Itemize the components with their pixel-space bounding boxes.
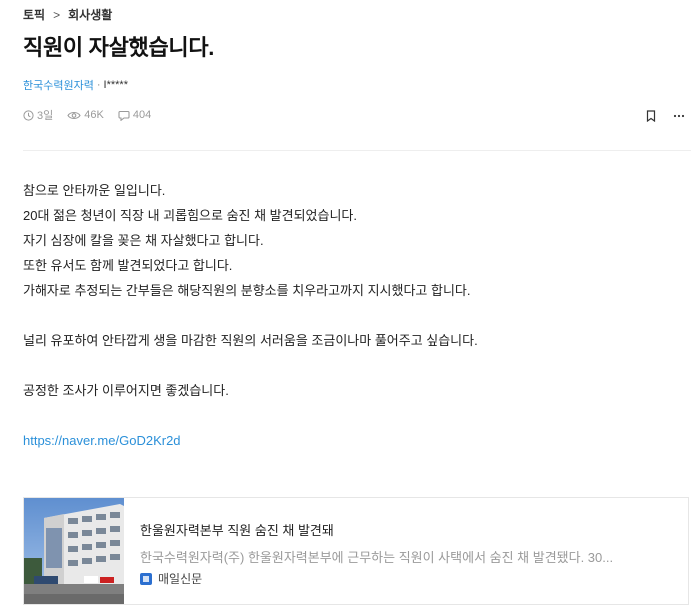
link-preview-info: 한울원자력본부 직원 숨진 채 발견돼 한국수력원자력(주) 한울원자력본부에 … xyxy=(124,498,680,604)
comments-value: 404 xyxy=(132,109,152,121)
chevron-right-icon: > xyxy=(53,7,61,22)
post-views: 46K xyxy=(67,109,104,121)
bookmark-icon xyxy=(646,110,656,122)
post-link[interactable]: https://naver.me/GoD2Kr2d xyxy=(23,433,181,448)
building-photo-icon xyxy=(24,498,124,604)
body-line: 공정한 조사가 이루어지면 좋겠습니다. xyxy=(23,383,229,398)
divider xyxy=(23,150,691,151)
author-company[interactable]: 한국수력원자력 xyxy=(23,77,94,93)
bookmark-button[interactable] xyxy=(643,108,659,124)
post-title: 직원이 자살했습니다. xyxy=(23,35,215,60)
breadcrumb-category[interactable]: 회사생활 xyxy=(68,6,112,23)
post-actions xyxy=(631,108,687,124)
author-nickname: I***** xyxy=(103,79,128,91)
body-line: 참으로 안타까운 일입니다. xyxy=(23,183,166,198)
body-link-line: https://naver.me/GoD2Kr2d xyxy=(23,428,478,453)
post-meta: 3일 46K 404 xyxy=(23,107,165,123)
link-preview-source-name: 매일신문 xyxy=(158,572,203,586)
author-separator: · xyxy=(96,79,101,91)
body-line: 널리 유포하여 안타깝게 생을 마감한 직원의 서러움을 조금이나마 풀어주고 … xyxy=(23,333,478,348)
news-logo-icon xyxy=(140,572,152,585)
post-author: 한국수력원자력 · I***** xyxy=(23,77,128,93)
comment-icon xyxy=(118,110,130,121)
post-comments: 404 xyxy=(118,109,151,121)
body-line: 가해자로 추정되는 간부들은 해당직원의 분향소를 치우라고까지 지시했다고 합… xyxy=(23,283,471,298)
link-preview-thumbnail xyxy=(24,498,124,604)
views-value: 46K xyxy=(84,109,104,121)
eye-icon xyxy=(67,111,81,119)
breadcrumb: 토픽 > 회사생활 xyxy=(23,6,112,23)
clock-icon xyxy=(23,109,34,121)
breadcrumb-topic[interactable]: 토픽 xyxy=(23,6,45,23)
more-button[interactable] xyxy=(671,108,687,124)
more-icon xyxy=(673,114,685,118)
body-line: 또한 유서도 함께 발견되었다고 합니다. xyxy=(23,258,233,273)
link-preview-title: 한울원자력본부 직원 숨진 채 발견돼 xyxy=(140,523,334,538)
post-body: 참으로 안타까운 일입니다. 20대 젊은 청년이 직장 내 괴롭힘으로 숨진 … xyxy=(23,178,478,453)
body-line: 20대 젊은 청년이 직장 내 괴롭힘으로 숨진 채 발견되었습니다. xyxy=(23,208,358,223)
body-line: 자기 심장에 칼을 꽂은 채 자살했다고 합니다. xyxy=(23,233,264,248)
post-time: 3일 xyxy=(23,107,53,123)
link-preview-card[interactable]: 한울원자력본부 직원 숨진 채 발견돼 한국수력원자력(주) 한울원자력본부에 … xyxy=(23,497,689,605)
time-value: 3일 xyxy=(37,110,54,122)
link-preview-description: 한국수력원자력(주) 한울원자력본부에 근무하는 직원이 사택에서 숨진 채 발… xyxy=(140,550,614,565)
link-preview-source: 매일신문 xyxy=(140,570,680,587)
